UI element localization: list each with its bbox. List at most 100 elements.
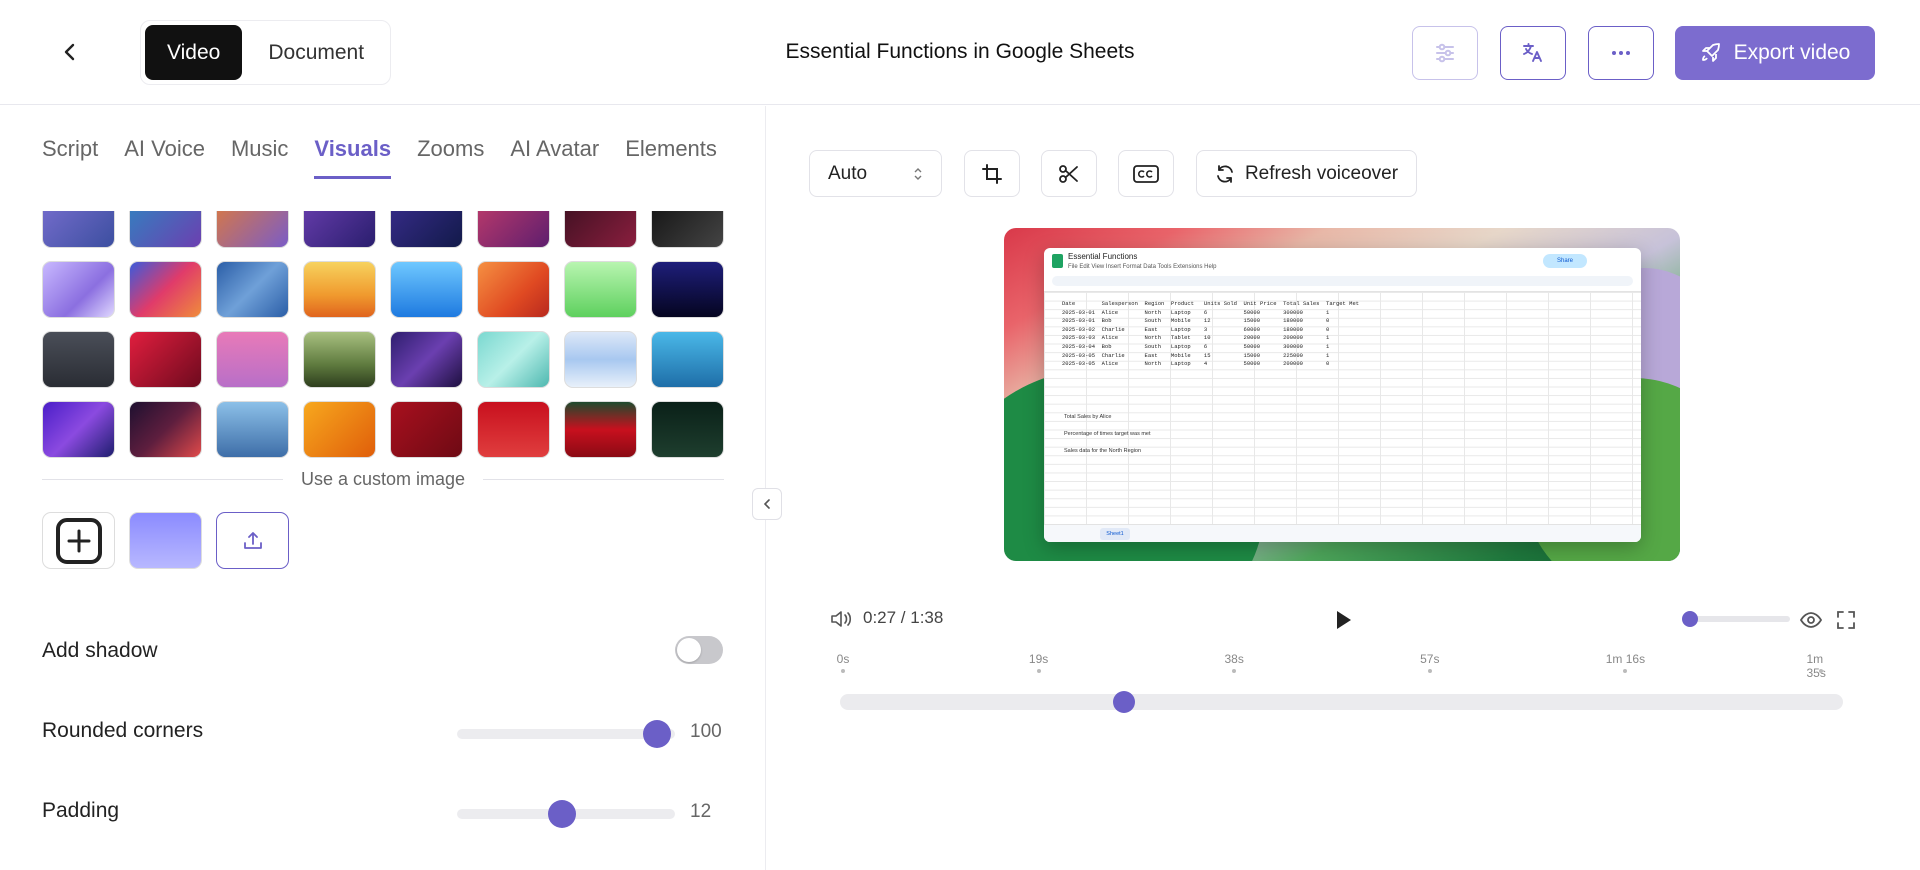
volume-slider[interactable] <box>1682 611 1790 627</box>
eye-icon[interactable] <box>1799 610 1823 630</box>
tab-elements[interactable]: Elements <box>625 136 717 179</box>
background-swatch[interactable] <box>390 331 463 388</box>
play-icon[interactable] <box>1332 608 1354 632</box>
sheet-title: Essential Functions <box>1068 252 1138 261</box>
more-options-button[interactable] <box>1588 26 1654 80</box>
background-swatch[interactable] <box>303 331 376 388</box>
rounded-corners-thumb[interactable] <box>643 720 671 748</box>
background-grid <box>42 211 724 458</box>
background-swatch[interactable] <box>651 331 724 388</box>
sheet-share-button: Share <box>1543 254 1587 268</box>
background-swatch[interactable] <box>129 261 202 318</box>
tab-script[interactable]: Script <box>42 136 98 179</box>
background-swatch[interactable] <box>42 401 115 458</box>
mode-video-button[interactable]: Video <box>145 25 243 80</box>
background-swatch[interactable] <box>564 331 637 388</box>
background-swatch[interactable] <box>129 331 202 388</box>
timeline-tick-label: 19s <box>1028 652 1049 666</box>
timeline-tick <box>1232 669 1237 673</box>
sheet-tab: Sheet1 <box>1100 528 1130 540</box>
timeline-tick <box>1623 669 1628 673</box>
sheet-header: Essential Functions File Edit View Inser… <box>1044 248 1641 292</box>
background-swatch[interactable] <box>390 261 463 318</box>
tab-zooms[interactable]: Zooms <box>417 136 484 179</box>
background-swatch[interactable] <box>303 261 376 318</box>
background-swatch[interactable] <box>477 261 550 318</box>
aspect-ratio-select[interactable]: Auto <box>809 150 942 197</box>
spreadsheet-screenshot: Essential Functions File Edit View Inser… <box>1044 248 1641 542</box>
background-swatch[interactable] <box>651 211 724 248</box>
translate-button[interactable] <box>1500 26 1566 80</box>
volume-thumb[interactable] <box>1682 611 1698 627</box>
rounded-corners-value: 100 <box>690 721 722 742</box>
tab-ai-avatar[interactable]: AI Avatar <box>510 136 599 179</box>
background-swatch[interactable] <box>216 261 289 318</box>
background-swatch[interactable] <box>216 331 289 388</box>
background-swatch[interactable] <box>477 401 550 458</box>
custom-color-swatch[interactable] <box>129 512 202 569</box>
crop-button[interactable] <box>964 150 1020 197</box>
background-swatch[interactable] <box>477 331 550 388</box>
sheet-row: 2025-03-01 Bob South Mobile 12 15000 180… <box>1062 317 1330 325</box>
closed-captions-icon <box>1133 164 1159 183</box>
sheets-logo-icon <box>1052 254 1063 268</box>
mode-document-button[interactable]: Document <box>246 25 386 80</box>
volume-icon[interactable] <box>830 609 852 629</box>
padding-slider[interactable] <box>457 800 675 828</box>
sheet-row: 2025-03-02 Charlie East Laptop 3 60000 1… <box>1062 325 1330 333</box>
background-swatch[interactable] <box>303 211 376 248</box>
custom-image-divider: Use a custom image <box>42 467 725 491</box>
rocket-icon <box>1701 43 1720 62</box>
upload-image-button[interactable] <box>216 512 289 569</box>
tab-ai-voice[interactable]: AI Voice <box>124 136 205 179</box>
sheet-row: 2025-03-03 Alice North Tablet 10 20000 2… <box>1062 334 1330 342</box>
add-custom-background-button[interactable] <box>42 512 115 569</box>
settings-button[interactable] <box>1412 26 1478 80</box>
add-shadow-toggle[interactable] <box>675 636 723 664</box>
timeline-tick <box>1427 669 1432 673</box>
export-video-button[interactable]: Export video <box>1675 26 1875 80</box>
scissors-icon <box>1059 164 1078 183</box>
background-swatch[interactable] <box>390 401 463 458</box>
rounded-corners-slider[interactable] <box>457 720 675 748</box>
background-swatch[interactable] <box>42 211 115 248</box>
crop-icon <box>982 163 1002 184</box>
background-swatch[interactable] <box>564 401 637 458</box>
playhead[interactable] <box>1112 691 1135 713</box>
tab-visuals[interactable]: Visuals <box>314 136 392 179</box>
upload-icon <box>243 531 262 549</box>
padding-thumb[interactable] <box>547 800 576 828</box>
timeline-tick <box>841 669 845 673</box>
background-swatch[interactable] <box>564 261 637 318</box>
video-preview[interactable]: Essential Functions File Edit View Inser… <box>1004 228 1680 561</box>
background-swatch[interactable] <box>477 211 550 248</box>
aspect-ratio-value: Auto <box>828 162 868 184</box>
tab-music[interactable]: Music <box>231 136 288 179</box>
background-swatch[interactable] <box>42 261 115 318</box>
sheet-note: Sales data for the North Region <box>1064 448 1142 454</box>
project-title[interactable]: Essential Functions in Google Sheets <box>785 40 1134 63</box>
background-swatch[interactable] <box>129 401 202 458</box>
back-button[interactable] <box>50 32 90 72</box>
background-swatch[interactable] <box>216 211 289 248</box>
cut-button[interactable] <box>1041 150 1097 197</box>
background-swatch[interactable] <box>216 401 289 458</box>
captions-button[interactable] <box>1118 150 1174 197</box>
background-swatch[interactable] <box>651 401 724 458</box>
fullscreen-icon[interactable] <box>1836 610 1856 630</box>
sheet-note: Total Sales by Alice <box>1064 414 1112 420</box>
timeline-tick-label: 1m 35s <box>1806 652 1826 680</box>
background-swatch[interactable] <box>390 211 463 248</box>
add-shadow-label: Add shadow <box>42 639 158 662</box>
background-swatch[interactable] <box>564 211 637 248</box>
sheet-footer: Sheet1 <box>1044 524 1641 542</box>
refresh-voiceover-button[interactable]: Refresh voiceover <box>1196 150 1417 197</box>
background-swatch[interactable] <box>651 261 724 318</box>
background-swatch[interactable] <box>129 211 202 248</box>
sheet-menu: File Edit View Insert Format Data Tools … <box>1068 264 1217 270</box>
timeline-scrubber[interactable] <box>840 691 1843 713</box>
collapse-panel-button[interactable] <box>752 488 782 520</box>
sheet-note: Percentage of times target was met <box>1064 431 1151 437</box>
background-swatch[interactable] <box>42 331 115 388</box>
background-swatch[interactable] <box>303 401 376 458</box>
